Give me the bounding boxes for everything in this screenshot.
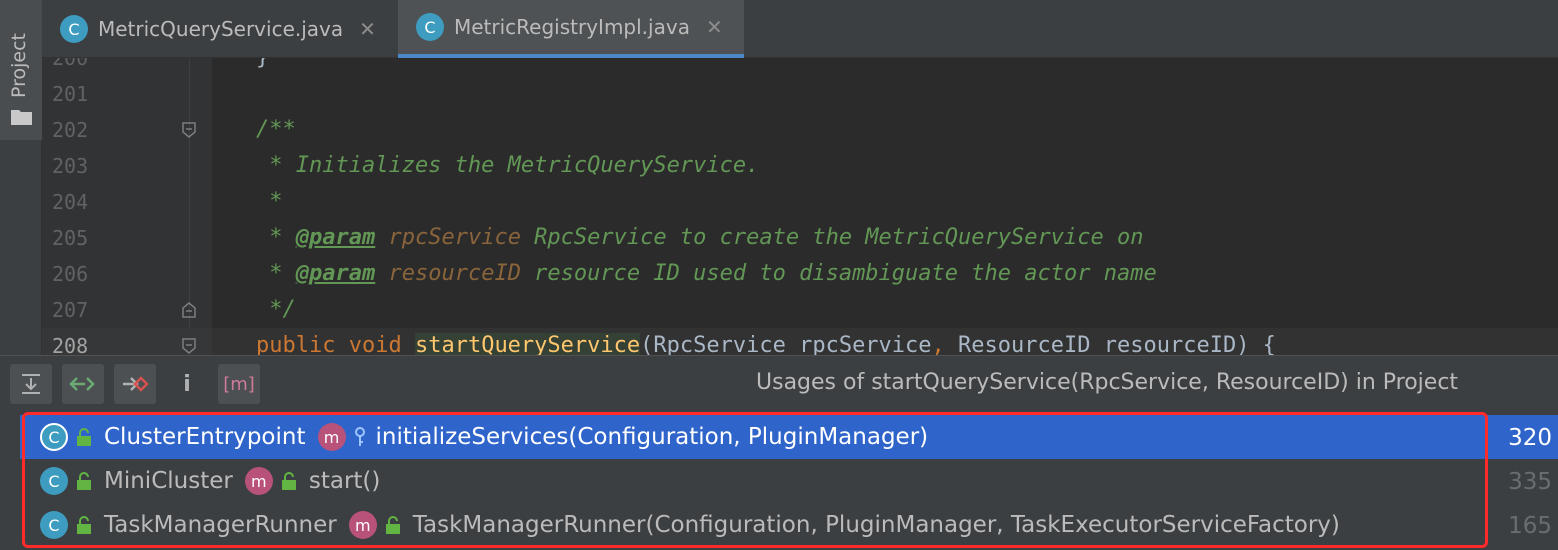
usage-method: start(): [308, 468, 381, 494]
collapse-all-icon: [22, 374, 40, 394]
line-number: 204: [52, 190, 89, 214]
method-icon: m: [244, 467, 273, 495]
usage-line-number: 320: [1508, 425, 1552, 451]
usages-title: Usages of startQueryService(RpcService, …: [756, 370, 1459, 395]
javadoc-text: resource ID used to disambiguate the act…: [520, 261, 1157, 286]
project-tool-tab[interactable]: Project: [0, 0, 42, 140]
tab-label: MetricQueryService.java: [98, 17, 344, 41]
next-occurrence-icon: [123, 376, 149, 392]
javadoc-tag: @param: [295, 225, 376, 250]
code-text: /**: [256, 117, 296, 142]
usage-line-number: 335: [1508, 469, 1552, 495]
lock-icon: [77, 472, 91, 490]
line-number: 201: [52, 82, 89, 106]
code-line: 200 }: [42, 58, 1558, 76]
usage-method: initializeServices(Configuration, Plugin…: [375, 424, 929, 450]
lock-icon: [77, 428, 91, 446]
line-number: 205: [52, 226, 89, 250]
lock-icon: [385, 516, 400, 534]
fold-marker-icon[interactable]: [182, 302, 196, 318]
code-line: 202 /**: [42, 112, 1558, 148]
previous-occurrence-button[interactable]: [62, 364, 104, 404]
info-icon: i: [183, 371, 191, 397]
tab-metric-query-service[interactable]: C MetricQueryService.java ✕: [42, 0, 398, 58]
method-filter-icon: [m]: [223, 373, 255, 395]
code-text: }: [256, 58, 269, 76]
method-args-rest: ResourceID resourceID) {: [944, 333, 1276, 355]
line-number: 203: [52, 154, 89, 178]
usage-row-task-manager-runner[interactable]: C TaskManagerRunner m TaskManagerRunner(…: [20, 503, 1484, 547]
line-number: 206: [52, 262, 89, 286]
method-filter-button[interactable]: [m]: [218, 364, 260, 404]
javadoc-text: RpcService to create the MetricQueryServ…: [520, 225, 1144, 250]
code-text: *: [256, 189, 283, 214]
class-icon: C: [40, 423, 68, 451]
tab-label: MetricRegistryImpl.java: [454, 15, 690, 39]
fold-marker-icon[interactable]: [182, 338, 196, 354]
tab-metric-registry-impl[interactable]: C MetricRegistryImpl.java ✕: [398, 0, 744, 58]
project-tool-strip: Project: [0, 0, 42, 355]
folder-icon: [11, 110, 32, 125]
method-icon: m: [317, 423, 346, 451]
key-icon: [354, 427, 365, 446]
javadoc-tag: @param: [295, 261, 376, 286]
usage-row-cluster-entrypoint[interactable]: C ClusterEntrypoint m initializeServices…: [20, 415, 1484, 459]
usage-class-name: MiniCluster: [104, 468, 233, 494]
class-icon: C: [60, 15, 88, 43]
code-line: 204 *: [42, 184, 1558, 220]
close-icon[interactable]: ✕: [706, 15, 723, 39]
usage-line-number: 165: [1508, 513, 1552, 539]
code-line: 206 * @param resourceID resource ID used…: [42, 256, 1558, 292]
fold-marker-icon[interactable]: [182, 122, 196, 138]
method-args: (RpcService rpcService: [640, 333, 932, 355]
code-text: * @param resourceID resource ID used to …: [256, 261, 1157, 286]
runnable-class-icon: C: [40, 511, 68, 539]
usages-toolbar: i [m] Usages of startQueryService(RpcSer…: [0, 355, 1558, 411]
editor-tab-bar: C MetricQueryService.java ✕ C MetricRegi…: [42, 0, 1558, 58]
code-line: 207 */: [42, 292, 1558, 328]
previous-occurrence-icon: [69, 377, 95, 391]
keyword: public: [256, 333, 336, 355]
usage-row-mini-cluster[interactable]: C MiniCluster m start(): [20, 459, 1484, 503]
usage-class-name: TaskManagerRunner: [104, 512, 337, 538]
method-icon: m: [348, 511, 377, 539]
project-tool-label: Project: [8, 32, 30, 98]
code-text: */: [256, 297, 296, 322]
code-line: 203 * Initializes the MetricQueryService…: [42, 148, 1558, 184]
usage-method: TaskManagerRunner(Configuration, PluginM…: [412, 512, 1340, 538]
info-button[interactable]: i: [166, 364, 208, 404]
next-occurrence-button[interactable]: [114, 364, 156, 404]
javadoc-param: resourceID: [388, 261, 521, 286]
class-icon: C: [40, 467, 68, 495]
code-line: 205 * @param rpcService RpcService to cr…: [42, 220, 1558, 256]
usages-results: C ClusterEntrypoint m initializeServices…: [0, 411, 1558, 550]
usage-class-name: ClusterEntrypoint: [104, 424, 306, 450]
collapse-all-button[interactable]: [10, 364, 52, 404]
lock-icon: [77, 516, 91, 534]
comma: ,: [931, 333, 945, 355]
code-line: 201: [42, 76, 1558, 112]
method-declaration[interactable]: startQueryService: [414, 333, 641, 355]
class-icon: C: [416, 13, 444, 41]
line-number: 200: [52, 58, 89, 70]
close-icon[interactable]: ✕: [359, 17, 376, 41]
code-line-current: 208 public void startQueryService(RpcSer…: [42, 328, 1558, 355]
code-text: public void startQueryService(RpcService…: [256, 328, 1276, 355]
code-editor[interactable]: 200 } 201 202 /** 203 * Initializes the …: [42, 58, 1558, 355]
code-text: * Initializes the MetricQueryService.: [256, 153, 760, 178]
code-text: * @param rpcService RpcService to create…: [256, 225, 1144, 250]
lock-icon: [281, 472, 296, 490]
keyword: void: [348, 333, 402, 355]
javadoc-param: rpcService: [388, 225, 521, 250]
